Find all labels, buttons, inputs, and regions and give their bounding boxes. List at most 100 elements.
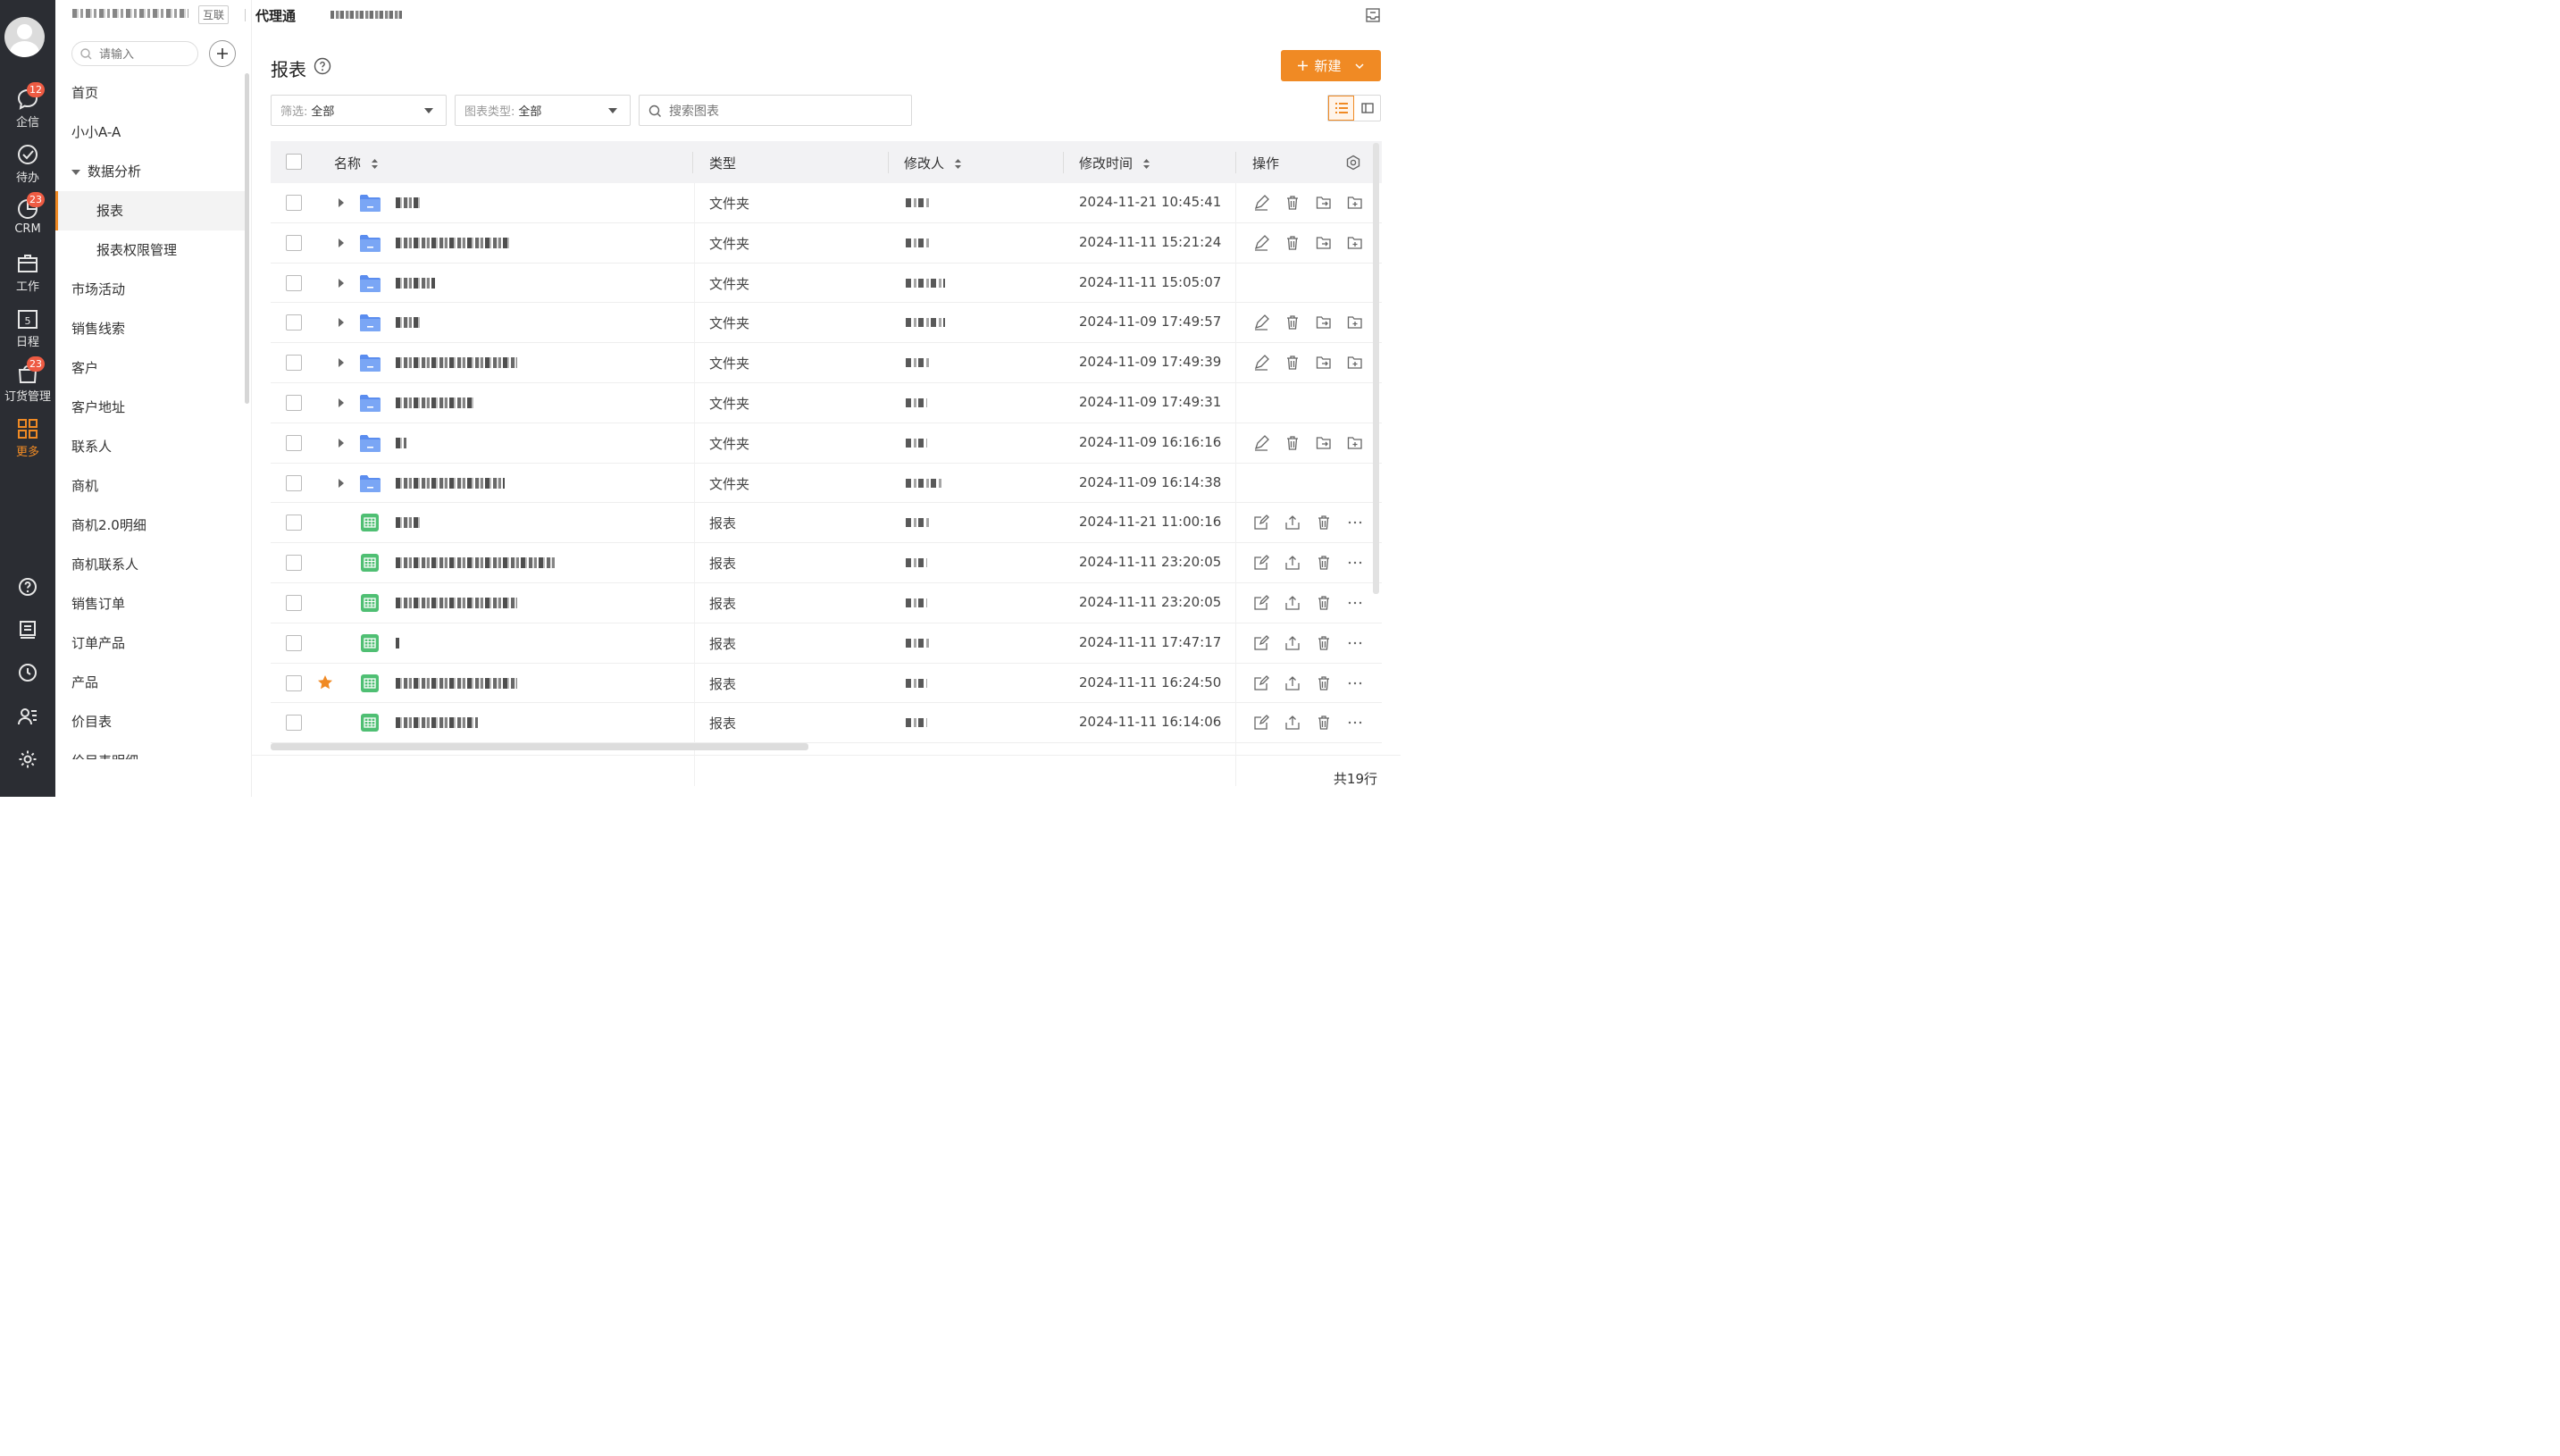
delete-trash-icon[interactable] [1284, 355, 1301, 371]
row-checkbox[interactable] [286, 634, 302, 651]
row-checkbox[interactable] [286, 394, 302, 411]
avatar[interactable] [4, 17, 45, 57]
nav-item-leads[interactable]: 销售线索 [55, 309, 245, 348]
vertical-scrollbar[interactable] [1373, 143, 1379, 594]
nav-item-marketing[interactable]: 市场活动 [55, 270, 245, 309]
more-options-icon[interactable] [1347, 595, 1363, 611]
table-row[interactable]: 报表 2024-11-11 23:20:05 [271, 583, 1382, 623]
table-row[interactable]: 文件夹 2024-11-09 17:49:57 [271, 303, 1382, 344]
share-icon[interactable] [1284, 675, 1301, 691]
nav-scrollbar[interactable] [245, 73, 249, 404]
new-button[interactable]: 新建 [1281, 50, 1381, 81]
rail-item-calendar[interactable]: 5 日程 [0, 302, 55, 356]
more-options-icon[interactable] [1347, 555, 1363, 571]
expand-arrow-icon[interactable] [339, 438, 344, 448]
rail-item-work[interactable]: 工作 [0, 247, 55, 300]
delete-trash-icon[interactable] [1316, 715, 1332, 731]
delete-trash-icon[interactable] [1284, 235, 1301, 251]
table-row[interactable]: 文件夹 2024-11-11 15:21:24 [271, 223, 1382, 264]
expand-arrow-icon[interactable] [339, 478, 344, 488]
split-view-icon[interactable] [1354, 96, 1380, 121]
new-subfolder-icon[interactable] [1347, 195, 1363, 211]
share-icon[interactable] [1284, 555, 1301, 571]
edit-icon[interactable] [1253, 715, 1269, 731]
clock-icon[interactable] [0, 659, 55, 686]
row-name-redacted[interactable] [396, 437, 406, 448]
table-row[interactable]: 报表 2024-11-11 17:47:17 [271, 623, 1382, 664]
edit-icon[interactable] [1253, 595, 1269, 611]
nav-item-home[interactable]: 首页 [55, 73, 245, 113]
table-row[interactable]: 文件夹 2024-11-09 17:49:31 [271, 383, 1382, 423]
move-folder-icon[interactable] [1316, 435, 1332, 451]
move-folder-icon[interactable] [1316, 355, 1332, 371]
delete-trash-icon[interactable] [1316, 555, 1332, 571]
row-checkbox[interactable] [286, 434, 302, 451]
nav-item-opportunities[interactable]: 商机 [55, 466, 245, 506]
row-checkbox[interactable] [286, 355, 302, 372]
row-name-redacted[interactable] [396, 357, 517, 369]
inbox-icon[interactable] [1365, 7, 1381, 27]
edit-pen-icon[interactable] [1253, 234, 1269, 251]
rail-item-orders[interactable]: 订货管理 23 [0, 356, 55, 410]
table-row[interactable]: 报表 2024-11-11 16:14:06 [271, 703, 1382, 744]
notebook-icon[interactable] [0, 616, 55, 643]
rail-item-crm[interactable]: CRM 23 [0, 192, 55, 246]
delete-trash-icon[interactable] [1316, 595, 1332, 611]
new-subfolder-icon[interactable] [1347, 355, 1363, 371]
rail-item-messages[interactable]: 企信 12 [0, 82, 55, 136]
nav-item-xiaoxiao[interactable]: 小小A-A [55, 113, 245, 152]
new-subfolder-icon[interactable] [1347, 435, 1363, 451]
row-checkbox[interactable] [286, 195, 302, 211]
col-name[interactable]: 名称 [334, 154, 379, 172]
row-name-redacted[interactable] [396, 197, 421, 208]
more-options-icon[interactable] [1347, 715, 1363, 731]
table-row[interactable]: 报表 2024-11-21 11:00:16 [271, 503, 1382, 544]
col-modified-time[interactable]: 修改时间 [1079, 154, 1150, 172]
nav-item-price-list-details[interactable]: 价目表明细 [55, 741, 245, 759]
table-row[interactable]: 文件夹 2024-11-09 17:49:39 [271, 343, 1382, 383]
table-row[interactable]: 文件夹 2024-11-09 16:14:38 [271, 464, 1382, 504]
help-icon[interactable] [0, 573, 55, 600]
table-row[interactable]: 文件夹 2024-11-11 15:05:07 [271, 264, 1382, 304]
expand-arrow-icon[interactable] [339, 358, 344, 368]
add-button[interactable] [209, 40, 236, 67]
filter-select[interactable]: 筛选: 全部 [271, 95, 447, 126]
nav-item-customer-address[interactable]: 客户地址 [55, 388, 245, 427]
row-checkbox[interactable] [286, 674, 302, 691]
nav-item-order-products[interactable]: 订单产品 [55, 623, 245, 663]
edit-icon[interactable] [1253, 555, 1269, 571]
table-row[interactable]: 报表 2024-11-11 23:20:05 [271, 543, 1382, 583]
delete-trash-icon[interactable] [1316, 635, 1332, 651]
column-divider[interactable] [1063, 152, 1064, 173]
delete-trash-icon[interactable] [1316, 675, 1332, 691]
contacts-icon[interactable] [0, 703, 55, 730]
row-name-redacted[interactable] [396, 597, 517, 608]
edit-icon[interactable] [1253, 634, 1269, 651]
row-name-redacted[interactable] [396, 517, 421, 529]
edit-pen-icon[interactable] [1253, 434, 1269, 451]
row-checkbox[interactable] [286, 314, 302, 331]
move-folder-icon[interactable] [1316, 235, 1332, 251]
column-settings-icon[interactable] [1345, 155, 1361, 174]
nav-search[interactable] [71, 41, 198, 66]
new-subfolder-icon[interactable] [1347, 235, 1363, 251]
edit-pen-icon[interactable] [1253, 355, 1269, 371]
row-checkbox[interactable] [286, 715, 302, 732]
column-divider[interactable] [1235, 152, 1236, 173]
nav-item-report-permissions[interactable]: 报表权限管理 [55, 230, 245, 270]
more-options-icon[interactable] [1347, 515, 1363, 531]
table-row[interactable]: 报表 2024-11-11 16:24:50 [271, 664, 1382, 704]
rail-item-todo[interactable]: 待办 [0, 138, 55, 191]
move-folder-icon[interactable] [1316, 314, 1332, 331]
edit-icon[interactable] [1253, 674, 1269, 691]
row-name-redacted[interactable] [396, 637, 399, 649]
question-icon[interactable] [314, 57, 331, 79]
row-name-redacted[interactable] [396, 717, 478, 729]
row-checkbox[interactable] [286, 555, 302, 572]
row-name-redacted[interactable] [396, 557, 555, 569]
chart-type-select[interactable]: 图表类型: 全部 [455, 95, 631, 126]
nav-item-price-list[interactable]: 价目表 [55, 702, 245, 741]
share-icon[interactable] [1284, 635, 1301, 651]
nav-item-reports[interactable]: 报表 [55, 191, 245, 230]
delete-trash-icon[interactable] [1316, 515, 1332, 531]
